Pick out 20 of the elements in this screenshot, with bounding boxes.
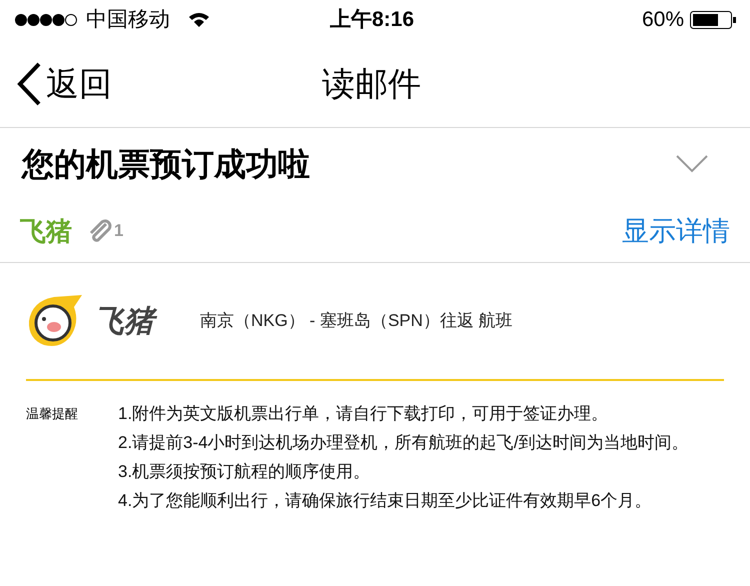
status-time: 上午8:16 (330, 7, 414, 34)
back-chevron-icon (16, 62, 42, 106)
attachment-count: 1 (114, 220, 124, 242)
notice-item: 3.机票须按预订航程的顺序使用。 (118, 461, 372, 483)
back-button[interactable]: 返回 (0, 58, 112, 108)
show-details-link[interactable]: 显示详情 (622, 210, 730, 252)
notice-item: 4.为了您能顺利出行，请确保旅行结束日期至少比证件有效期早6个月。 (118, 490, 653, 512)
sender-name: 飞猪 (20, 214, 72, 248)
battery-icon (690, 11, 736, 29)
notice-label: 温馨提醒 (26, 405, 79, 423)
signal-icon (14, 13, 78, 27)
notice-item: 1.附件为英文版机票出行单，请自行下载打印，可用于签证办理。 (118, 403, 610, 425)
flight-route: 南京（NKG） - 塞班岛（SPN）往返 航班 (200, 310, 513, 332)
page-title: 读邮件 (322, 64, 421, 104)
notice-item: 2.请提前3-4小时到达机场办理登机，所有航班的起飞/到达时间为当地时间。 (118, 432, 690, 454)
carrier-name: 中国移动 (86, 7, 170, 34)
mail-subject: 您的机票预订成功啦 (22, 145, 310, 184)
chevron-down-icon[interactable] (676, 155, 708, 173)
wifi-icon (188, 12, 210, 28)
battery-percent: 60% (642, 7, 684, 34)
